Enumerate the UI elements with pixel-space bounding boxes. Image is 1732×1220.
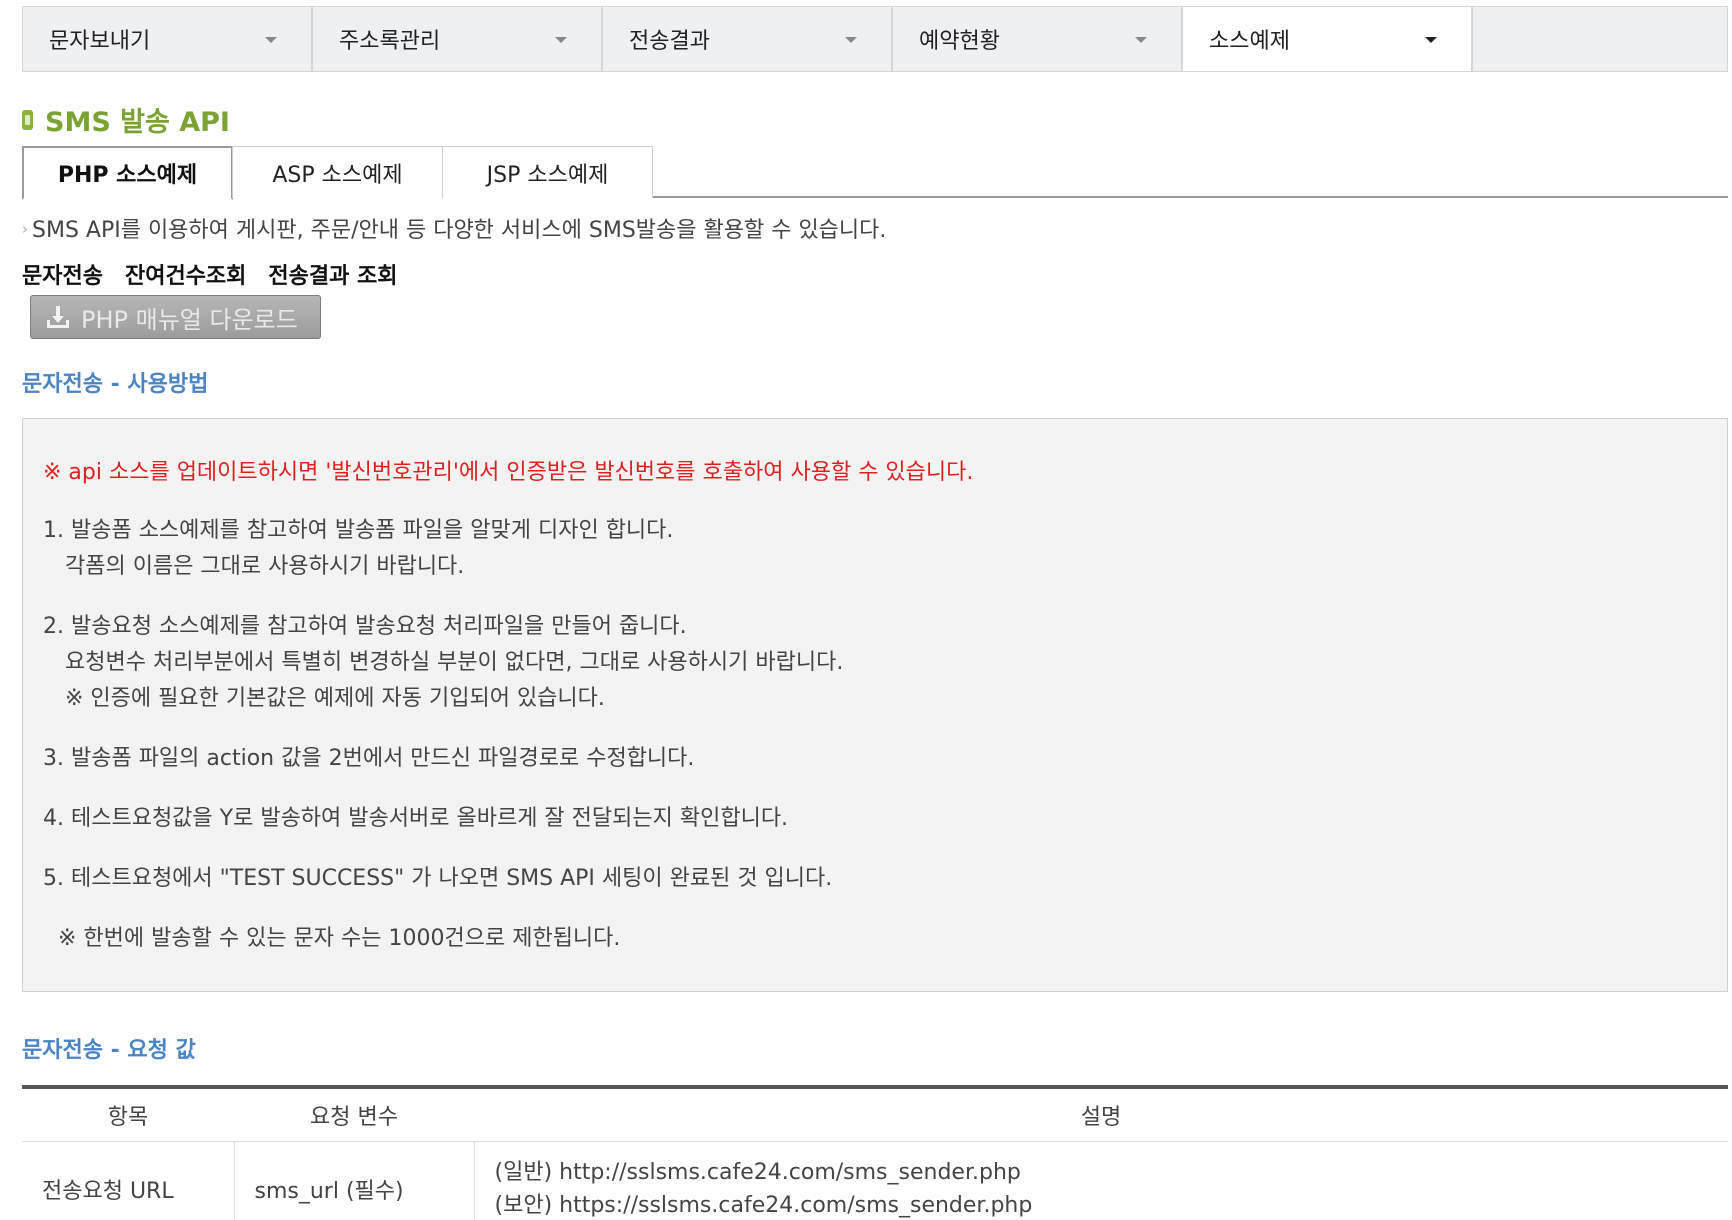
page-heading: SMS 발송 API [22, 100, 230, 139]
nav-item-source-examples[interactable]: 소스예제 [1183, 7, 1473, 71]
table-header-row: 항목 요청 변수 설명 [22, 1087, 1728, 1142]
step-main: 2. 발송요청 소스예제를 참고하여 발송요청 처리파일을 만들어 줍니다. [43, 614, 687, 639]
step-4: 4. 테스트요청값을 Y로 발송하여 발송서버로 올바르게 잘 전달되는지 확인… [43, 801, 1727, 837]
limit-note: ※ 한번에 발송할 수 있는 문자 수는 1000건으로 제한됩니다. [58, 926, 621, 951]
usage-guide-box: ※ api 소스를 업데이트하시면 '발신번호관리'에서 인증받은 발신번호를 … [22, 418, 1728, 992]
step-detail: 요청변수 처리부분에서 특별히 변경하실 부분이 없다면, 그대로 사용하시기 … [65, 650, 844, 675]
chevron-down-icon [265, 37, 277, 43]
step-detail: ※ 인증에 필요한 기본값은 예제에 자동 기입되어 있습니다. [65, 686, 605, 711]
step-5: 5. 테스트요청에서 "TEST SUCCESS" 가 나오면 SMS API … [43, 861, 1727, 897]
tab-jsp[interactable]: JSP 소스예제 [442, 146, 653, 198]
step-main: 3. 발송폼 파일의 action 값을 2번에서 만드신 파일경로로 수정합니… [43, 746, 695, 771]
table-header-description: 설명 [474, 1087, 1728, 1142]
description-line: (일반) http://sslsms.cafe24.com/sms_sender… [494, 1159, 1021, 1185]
nav-item-send-message[interactable]: 문자보내기 [23, 7, 313, 71]
tab-asp[interactable]: ASP 소스예제 [232, 146, 443, 198]
language-tabs: PHP 소스예제 ASP 소스예제 JSP 소스예제 [22, 146, 1728, 200]
link-remaining-count[interactable]: 잔여건수조회 [125, 258, 246, 290]
usage-section-title: 문자전송 - 사용방법 [22, 372, 209, 397]
top-navigation: 문자보내기 주소록관리 전송결과 예약현황 소스예제 [22, 6, 1728, 72]
table-cell-variable: sms_url (필수) [234, 1141, 475, 1220]
nav-item-label: 주소록관리 [339, 29, 441, 54]
nav-item-send-results[interactable]: 전송결과 [603, 7, 893, 71]
chevron-down-icon [845, 37, 857, 43]
step-main: 5. 테스트요청에서 "TEST SUCCESS" 가 나오면 SMS API … [43, 866, 833, 891]
description-line: (보안) https://sslsms.cafe24.com/sms_sende… [494, 1192, 1033, 1218]
download-icon [47, 306, 69, 328]
download-button-label: PHP 매뉴얼 다운로드 [81, 305, 298, 334]
chevron-down-icon [555, 37, 567, 43]
tab-php[interactable]: PHP 소스예제 [22, 146, 233, 200]
step-3: 3. 발송폼 파일의 action 값을 2번에서 만드신 파일경로로 수정합니… [43, 741, 1727, 777]
step-detail: 각폼의 이름은 그대로 사용하시기 바랍니다. [65, 554, 465, 579]
nav-item-address-book[interactable]: 주소록관리 [313, 7, 603, 71]
bullet-icon [22, 109, 33, 130]
table-row: 전송요청 URL sms_url (필수) (일반) http://sslsms… [22, 1141, 1728, 1220]
step-main: 4. 테스트요청값을 Y로 발송하여 발송서버로 올바르게 잘 전달되는지 확인… [43, 806, 789, 831]
chevron-down-icon [1135, 37, 1147, 43]
nav-filler [1473, 7, 1727, 71]
sub-links: 문자전송 잔여건수조회 전송결과 조회 [22, 258, 398, 290]
table-cell-item: 전송요청 URL [22, 1141, 235, 1220]
notice-text: ※ api 소스를 업데이트하시면 '발신번호관리'에서 인증받은 발신번호를 … [43, 460, 974, 485]
nav-item-label: 소스예제 [1209, 29, 1290, 54]
step-main: 1. 발송폼 소스예제를 참고하여 발송폼 파일을 알맞게 디자인 합니다. [43, 518, 674, 543]
link-send-message[interactable]: 문자전송 [22, 258, 103, 290]
nav-item-label: 예약현황 [919, 29, 1000, 54]
chevron-down-icon [1425, 37, 1437, 43]
step-1: 1. 발송폼 소스예제를 참고하여 발송폼 파일을 알맞게 디자인 합니다. 각… [43, 513, 1727, 585]
table-header-item: 항목 [22, 1087, 234, 1142]
table-cell-description: (일반) http://sslsms.cafe24.com/sms_sender… [474, 1141, 1728, 1220]
nav-item-label: 전송결과 [629, 29, 710, 54]
intro-label: SMS API를 이용하여 게시판, 주문/안내 등 다양한 서비스에 SMS발… [32, 218, 887, 243]
nav-item-reservations[interactable]: 예약현황 [893, 7, 1183, 71]
table-header-variable: 요청 변수 [234, 1087, 474, 1142]
page-title: SMS 발송 API [45, 107, 230, 138]
intro-text: › SMS API를 이용하여 게시판, 주문/안내 등 다양한 서비스에 SMS… [22, 212, 886, 244]
chevron-right-icon: › [22, 220, 28, 238]
link-send-result-query[interactable]: 전송결과 조회 [268, 258, 397, 290]
request-table: 항목 요청 변수 설명 전송요청 URL sms_url (필수) (일반) h… [22, 1085, 1728, 1220]
download-manual-button[interactable]: PHP 매뉴얼 다운로드 [30, 295, 321, 339]
request-section-title: 문자전송 - 요청 값 [22, 1038, 196, 1063]
step-2: 2. 발송요청 소스예제를 참고하여 발송요청 처리파일을 만들어 줍니다. 요… [43, 609, 1727, 717]
nav-item-label: 문자보내기 [49, 29, 151, 54]
